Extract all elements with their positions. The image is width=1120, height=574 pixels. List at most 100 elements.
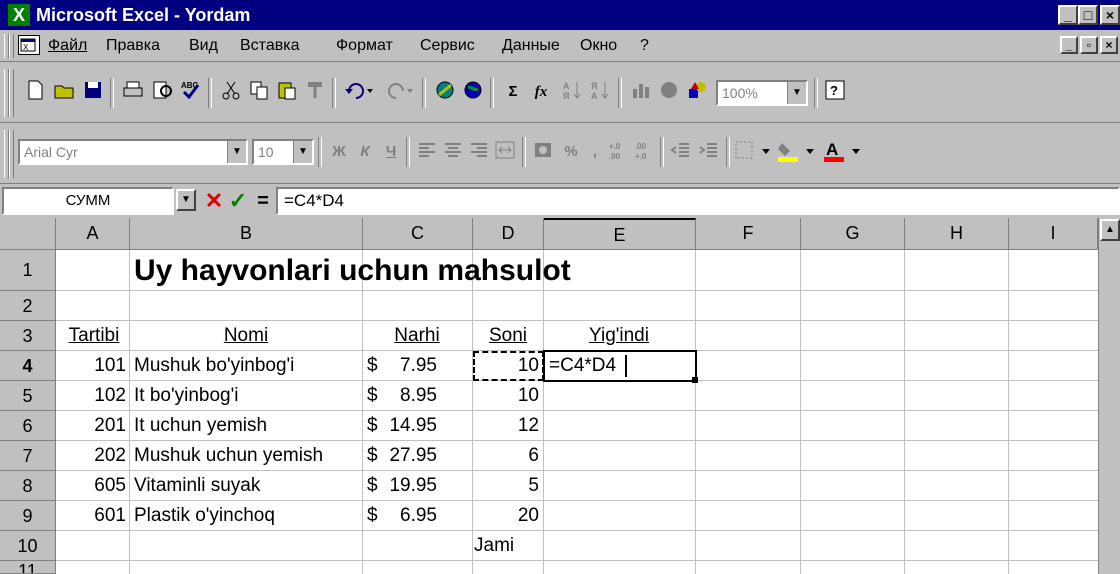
active-cell[interactable]: =C4*D4	[543, 350, 697, 382]
spelling-icon[interactable]: ABC	[178, 79, 204, 105]
merge-center-icon[interactable]	[492, 139, 518, 165]
formula-input[interactable]: =C4*D4	[276, 187, 1120, 215]
column-header-f[interactable]: F	[696, 218, 801, 250]
doc-restore-button[interactable]: ▫	[1080, 36, 1098, 54]
currency-icon[interactable]	[530, 139, 556, 165]
menu-file[interactable]: Файл	[48, 36, 87, 56]
document-icon[interactable]: X	[18, 35, 40, 55]
borders-icon[interactable]	[734, 139, 774, 165]
cell-id[interactable]: 102	[58, 381, 126, 411]
increase-indent-icon[interactable]	[696, 139, 722, 165]
vertical-scrollbar[interactable]: ▲	[1098, 218, 1120, 574]
print-icon[interactable]	[120, 79, 146, 105]
font-color-icon[interactable]: A	[822, 139, 866, 165]
cancel-button[interactable]: ✕	[202, 187, 226, 215]
chevron-down-icon[interactable]: ▼	[787, 82, 806, 104]
cell-currency[interactable]: $	[367, 471, 378, 501]
menu-data[interactable]: Данные	[502, 36, 560, 56]
insert-hyperlink-icon[interactable]	[432, 79, 458, 105]
fill-handle[interactable]	[692, 377, 698, 383]
align-left-icon[interactable]	[414, 139, 440, 165]
cell-qty[interactable]: 20	[473, 501, 539, 531]
cell-id[interactable]: 601	[58, 501, 126, 531]
new-icon[interactable]	[22, 79, 48, 105]
decrease-indent-icon[interactable]	[668, 139, 694, 165]
cell-price[interactable]: 27.95	[383, 441, 437, 471]
align-right-icon[interactable]	[466, 139, 492, 165]
column-header-g[interactable]: G	[801, 218, 905, 250]
worksheet-grid[interactable]: A B C D E F G H I ▲ 1 2 3 4 5 6 7 8 9 10…	[0, 218, 1120, 574]
paste-icon[interactable]	[274, 79, 300, 105]
column-header-a[interactable]: A	[56, 218, 130, 250]
cell-qty[interactable]: 12	[473, 411, 539, 441]
row-header-6[interactable]: 6	[0, 411, 56, 441]
cell-currency[interactable]: $	[367, 501, 378, 531]
undo-icon[interactable]	[342, 79, 378, 105]
scroll-up-button[interactable]: ▲	[1100, 219, 1120, 241]
chevron-down-icon[interactable]: ▼	[227, 141, 246, 163]
row-header-2[interactable]: 2	[0, 291, 56, 321]
cut-icon[interactable]	[218, 79, 244, 105]
header-soni[interactable]: Soni	[473, 321, 543, 351]
sort-descending-icon[interactable]: ЯА	[588, 79, 614, 105]
header-narhi[interactable]: Narhi	[363, 321, 471, 351]
cell-qty[interactable]: 6	[473, 441, 539, 471]
minimize-button[interactable]: _	[1058, 5, 1078, 25]
column-header-d[interactable]: D	[473, 218, 544, 250]
row-header-7[interactable]: 7	[0, 441, 56, 471]
row-header-11[interactable]: 11	[0, 561, 56, 574]
menu-edit[interactable]: Правка	[106, 36, 160, 56]
row-header-9[interactable]: 9	[0, 501, 56, 531]
cell-id[interactable]: 201	[58, 411, 126, 441]
menu-view[interactable]: Вид	[189, 36, 218, 56]
menu-insert[interactable]: Вставка	[240, 36, 299, 56]
cell-name[interactable]: Mushuk bo'yinbog'i	[134, 351, 360, 381]
fill-color-icon[interactable]	[776, 139, 820, 165]
cell-name[interactable]: Vitaminli suyak	[134, 471, 360, 501]
header-yigindi[interactable]: Yig'indi	[544, 321, 694, 351]
copy-icon[interactable]	[246, 79, 272, 105]
cell-currency[interactable]: $	[367, 381, 378, 411]
doc-close-button[interactable]: ×	[1100, 36, 1118, 54]
sort-ascending-icon[interactable]: АЯ	[560, 79, 586, 105]
font-size-select[interactable]: 10 ▼	[252, 139, 314, 165]
close-button[interactable]: ×	[1100, 5, 1120, 25]
column-header-e[interactable]: E	[544, 218, 696, 250]
cell-qty[interactable]: 10	[473, 381, 539, 411]
cell-name[interactable]: Plastik o'yinchoq	[134, 501, 360, 531]
cell-id[interactable]: 101	[58, 351, 126, 381]
cell-price[interactable]: 8.95	[383, 381, 437, 411]
cell-currency[interactable]: $	[367, 441, 378, 471]
chart-wizard-icon[interactable]	[628, 79, 654, 105]
row-header-3[interactable]: 3	[0, 321, 56, 351]
row-header-10[interactable]: 10	[0, 531, 56, 561]
row-header-4[interactable]: 4	[0, 351, 56, 381]
chevron-down-icon[interactable]: ▼	[293, 141, 312, 163]
enter-button[interactable]: ✓	[226, 187, 250, 215]
restore-button[interactable]: □	[1078, 5, 1098, 25]
cell-price[interactable]: 19.95	[383, 471, 437, 501]
increase-decimal-icon[interactable]: +.0.00	[606, 139, 632, 165]
menu-help[interactable]: ?	[640, 36, 649, 56]
cell-currency[interactable]: $	[367, 411, 378, 441]
underline-button[interactable]: Ч	[378, 139, 404, 165]
cell-price[interactable]: 7.95	[383, 351, 437, 381]
font-name-select[interactable]: Arial Cyr ▼	[18, 139, 248, 165]
open-icon[interactable]	[52, 79, 78, 105]
web-toolbar-icon[interactable]	[460, 79, 486, 105]
percent-button[interactable]: %	[558, 139, 584, 165]
cell-price[interactable]: 14.95	[383, 411, 437, 441]
drawing-icon[interactable]	[684, 79, 710, 105]
header-nomi[interactable]: Nomi	[130, 321, 362, 351]
sheet-title[interactable]: Uy hayvonlari uchun mahsulot	[134, 252, 571, 290]
doc-minimize-button[interactable]: _	[1060, 36, 1078, 54]
select-all-corner[interactable]	[0, 218, 56, 250]
menu-window[interactable]: Окно	[580, 36, 617, 56]
italic-button[interactable]: К	[352, 139, 378, 165]
help-icon[interactable]: ?	[822, 79, 848, 105]
bold-button[interactable]: Ж	[326, 139, 352, 165]
column-header-c[interactable]: C	[363, 218, 473, 250]
redo-icon[interactable]	[382, 79, 418, 105]
print-preview-icon[interactable]	[150, 79, 176, 105]
menu-tools[interactable]: Сервис	[420, 36, 475, 56]
